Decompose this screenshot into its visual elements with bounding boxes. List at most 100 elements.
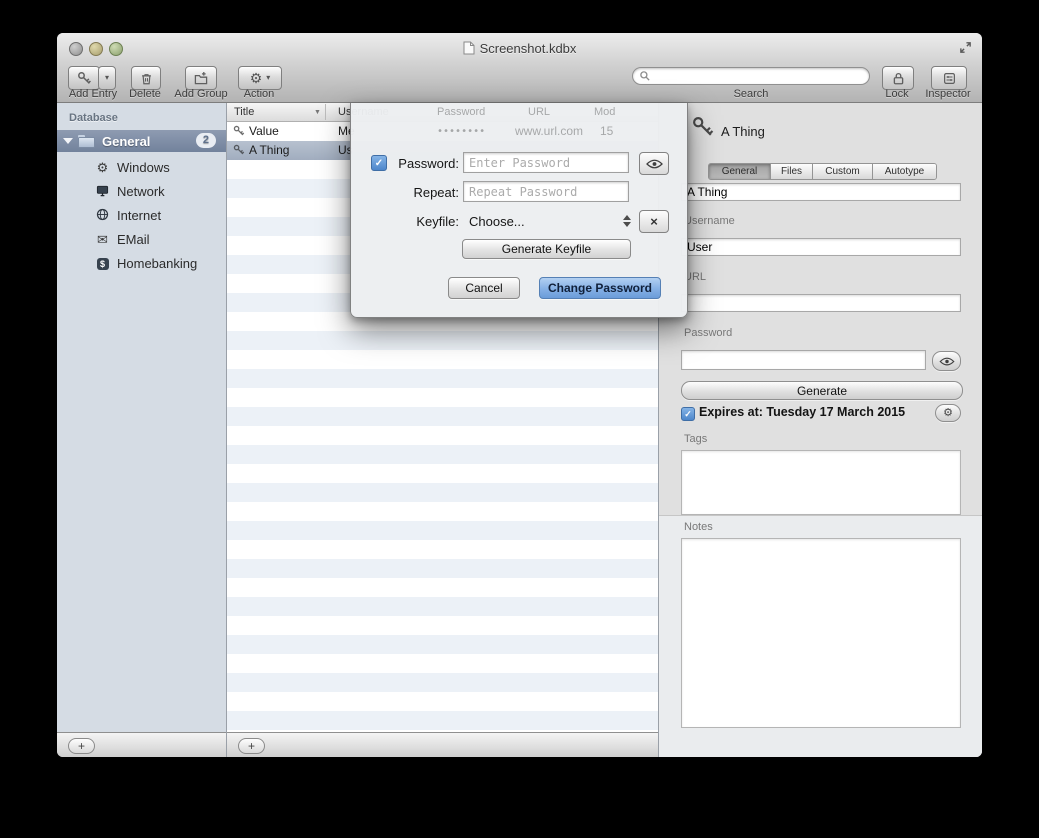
inspector-panel-icon	[942, 71, 957, 86]
sidebar-item-label: EMail	[117, 232, 150, 247]
add-group-plus-button[interactable]: +	[68, 738, 95, 754]
minimize-button[interactable]	[89, 42, 103, 56]
sidebar-item-homebanking[interactable]: $ Homebanking	[57, 252, 226, 274]
eye-icon	[646, 159, 663, 169]
bottom-bar: + +	[57, 732, 658, 757]
chevron-down-icon: ▾	[105, 74, 109, 82]
monitor-icon	[95, 184, 110, 199]
reveal-password-button[interactable]	[932, 351, 961, 371]
envelope-icon: ✉	[95, 233, 110, 246]
sidebar-group-label: General	[102, 134, 150, 149]
sidebar-item-network[interactable]: Network	[57, 180, 226, 202]
username-field[interactable]	[681, 238, 961, 256]
desktop: Screenshot.kdbx ▾ Add Entry Delete Add G…	[0, 0, 1039, 838]
sidebar: Database General 2 ⚙ Windows Network	[57, 103, 226, 732]
lock-icon	[891, 71, 906, 86]
url-field[interactable]	[681, 294, 961, 312]
banking-icon: $	[95, 256, 110, 271]
add-entry-button[interactable]	[68, 66, 100, 90]
notes-section: Notes	[659, 515, 982, 757]
sidebar-divider[interactable]	[226, 103, 227, 757]
add-group-button[interactable]	[185, 66, 217, 90]
notes-field[interactable]	[681, 538, 961, 728]
sidebar-item-internet[interactable]: Internet	[57, 204, 226, 226]
close-x-icon: ×	[650, 214, 658, 229]
tags-field[interactable]	[681, 450, 961, 515]
document-icon	[463, 41, 475, 55]
gear-icon: ⚙	[95, 161, 110, 174]
expires-gear-button[interactable]: ⚙	[935, 404, 961, 422]
key-icon	[691, 115, 715, 144]
password-field[interactable]	[681, 350, 926, 370]
column-header-password[interactable]: Password	[437, 106, 485, 118]
gear-icon: ⚙	[943, 408, 953, 419]
delete-button[interactable]	[131, 66, 161, 90]
column-header-title[interactable]: Title	[234, 106, 254, 118]
entry-title: Value	[249, 124, 279, 138]
sidebar-group-general[interactable]: General 2	[57, 130, 226, 152]
sheet-repeat-label: Repeat:	[389, 185, 459, 200]
popup-stepper-icon[interactable]	[623, 215, 631, 227]
gear-icon: ⚙	[250, 71, 263, 85]
close-button[interactable]	[69, 42, 83, 56]
action-button[interactable]: ⚙ ▾	[238, 66, 282, 90]
search-field[interactable]	[632, 67, 870, 85]
folder-plus-icon	[193, 70, 209, 86]
title-field[interactable]	[681, 183, 961, 201]
window-title: Screenshot.kdbx	[480, 41, 577, 56]
tab-custom[interactable]: Custom	[813, 164, 873, 179]
sidebar-header: Database	[69, 112, 118, 124]
add-entry-label: Add Entry	[61, 88, 125, 100]
add-entry-plus-button[interactable]: +	[238, 738, 265, 754]
cancel-button[interactable]: Cancel	[448, 277, 520, 299]
inspector-panel: A Thing General Files Custom Autotype Us…	[658, 103, 982, 757]
sidebar-item-email[interactable]: ✉ EMail	[57, 228, 226, 250]
fullscreen-icon[interactable]	[959, 41, 972, 59]
eye-icon	[939, 357, 955, 366]
tab-files[interactable]: Files	[771, 164, 813, 179]
window-title-group: Screenshot.kdbx	[463, 41, 577, 56]
delete-label: Delete	[117, 88, 173, 100]
lock-button[interactable]	[882, 66, 914, 90]
expires-checkbox[interactable]: ✓	[681, 407, 695, 421]
toolbar: ▾ Add Entry Delete Add Group ⚙ ▾ Action …	[57, 63, 982, 103]
generate-button[interactable]: Generate	[681, 381, 963, 400]
entry-modified: 15	[600, 124, 613, 138]
key-icon	[233, 125, 245, 140]
app-window: Screenshot.kdbx ▾ Add Entry Delete Add G…	[57, 33, 982, 757]
expires-label: Expires at: Tuesday 17 March 2015	[699, 405, 905, 419]
inspector-tabs: General Files Custom Autotype	[708, 163, 937, 180]
change-password-button[interactable]: Change Password	[539, 277, 661, 299]
password-checkbox[interactable]: ✓	[371, 155, 387, 171]
inspector-button[interactable]	[931, 66, 967, 90]
sidebar-item-windows[interactable]: ⚙ Windows	[57, 156, 226, 178]
column-header-url[interactable]: URL	[528, 106, 550, 118]
sheet-password-label: Password:	[389, 156, 459, 171]
search-label: Search	[632, 88, 870, 100]
search-input[interactable]	[655, 68, 863, 84]
plus-icon: +	[78, 740, 85, 752]
key-icon	[77, 71, 92, 86]
sort-arrow-icon: ▼	[314, 109, 321, 116]
search-icon	[639, 70, 651, 82]
titlebar: Screenshot.kdbx	[57, 33, 982, 63]
add-group-label: Add Group	[170, 88, 232, 100]
add-entry-dropdown-button[interactable]: ▾	[98, 66, 116, 90]
tab-autotype[interactable]: Autotype	[873, 164, 936, 179]
keyfile-popup-button[interactable]: Choose...	[469, 214, 525, 229]
column-separator[interactable]	[325, 104, 326, 120]
sheet-repeat-input[interactable]	[463, 181, 629, 202]
zoom-button[interactable]	[109, 42, 123, 56]
username-label: Username	[684, 215, 735, 227]
notes-label: Notes	[684, 521, 713, 533]
sheet-password-input[interactable]	[463, 152, 629, 173]
clear-keyfile-button[interactable]: ×	[639, 210, 669, 233]
plus-icon: +	[248, 740, 255, 752]
tab-general[interactable]: General	[709, 164, 771, 179]
disclosure-triangle-icon[interactable]	[63, 138, 73, 144]
reveal-password-button[interactable]	[639, 152, 669, 175]
key-icon	[233, 144, 245, 159]
folder-icon	[78, 135, 95, 148]
column-header-modified[interactable]: Mod	[594, 106, 615, 118]
generate-keyfile-button[interactable]: Generate Keyfile	[462, 239, 631, 259]
